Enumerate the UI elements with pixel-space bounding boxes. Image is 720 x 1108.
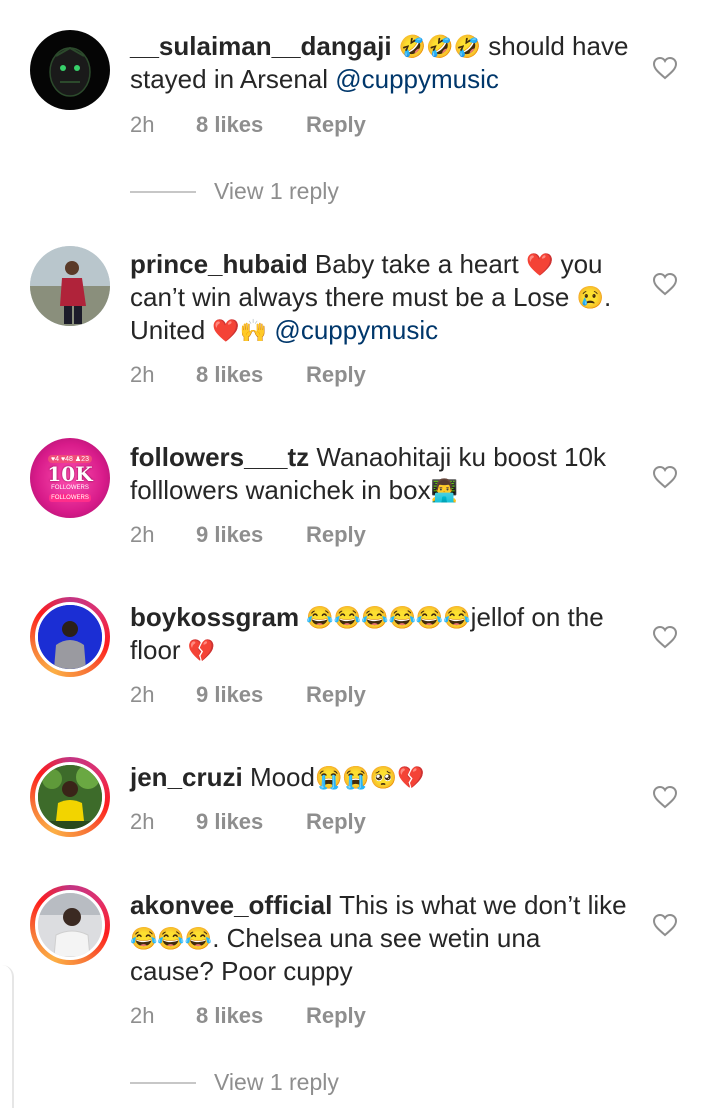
reply-button[interactable]: Reply: [306, 112, 366, 138]
comment-meta: 2h 8 likes Reply: [130, 112, 366, 138]
comment-time: 2h: [130, 362, 155, 387]
comment-meta: 2h 9 likes Reply: [130, 522, 366, 548]
comment-text: boykossgram 😂😂😂😂😂😂jellof on the floor 💔: [130, 601, 630, 667]
edge-divider: [0, 965, 14, 1108]
comment-username[interactable]: boykossgram: [130, 602, 299, 632]
comment-text: __sulaiman__dangaji 🤣🤣🤣 should have stay…: [130, 30, 630, 96]
reply-button[interactable]: Reply: [306, 522, 366, 548]
reply-button[interactable]: Reply: [306, 1003, 366, 1029]
avatar[interactable]: [30, 757, 110, 837]
comment-likes[interactable]: 8 likes: [196, 1003, 306, 1029]
avatar-10k-label: 10K: [47, 461, 93, 486]
view-replies-button[interactable]: View 1 reply: [130, 178, 339, 205]
comment-meta: 2h 9 likes Reply: [130, 682, 366, 708]
emoji: 😂😂😂: [130, 926, 213, 951]
avatar[interactable]: [30, 246, 110, 326]
heart-outline-icon[interactable]: [652, 913, 678, 937]
view-replies-button[interactable]: View 1 reply: [130, 1069, 339, 1096]
mention-link[interactable]: @cuppymusic: [274, 315, 438, 345]
mention-link[interactable]: @cuppymusic: [335, 64, 499, 94]
comment-username[interactable]: followers___tz: [130, 442, 309, 472]
emoji: 👨‍💻: [430, 478, 458, 503]
divider: [130, 190, 196, 193]
comment-text-part: Baby take a heart: [307, 249, 526, 279]
comment-text: followers___tz Wanaohitaji ku boost 10k …: [130, 441, 630, 507]
emoji: ❤️🙌: [212, 318, 268, 343]
comment-text-part: This is what we don’t like: [332, 890, 627, 920]
comment-text-part: [392, 31, 399, 61]
comment-text: jen_cruzi Mood😭😭🥺💔: [130, 761, 630, 794]
reply-button[interactable]: Reply: [306, 682, 366, 708]
comment-text: prince_hubaid Baby take a heart ❤️ you c…: [130, 248, 630, 347]
comment-time: 2h: [130, 522, 155, 547]
heart-outline-icon[interactable]: [652, 56, 678, 80]
comment-likes[interactable]: 9 likes: [196, 522, 306, 548]
emoji: 😂😂😂😂😂😂: [306, 605, 471, 630]
comment-time: 2h: [130, 682, 155, 707]
view-replies-label: View 1 reply: [214, 1069, 339, 1095]
comment-time: 2h: [130, 112, 155, 137]
comment-likes[interactable]: 9 likes: [196, 682, 306, 708]
comment-username[interactable]: __sulaiman__dangaji: [130, 31, 392, 61]
heart-outline-icon[interactable]: [652, 465, 678, 489]
avatar-sub-label: FOLLOWERS: [51, 484, 89, 491]
avatar[interactable]: ♥4 ♥48 ♟23 10K FOLLOWERS FOLLOWERS: [30, 438, 110, 518]
comment-meta: 2h 9 likes Reply: [130, 809, 366, 835]
heart-outline-icon[interactable]: [652, 785, 678, 809]
comment-likes[interactable]: 8 likes: [196, 362, 306, 388]
avatar-sub-label-2: FOLLOWERS: [49, 493, 91, 502]
comment-username[interactable]: jen_cruzi: [130, 762, 243, 792]
comment-meta: 2h 8 likes Reply: [130, 1003, 366, 1029]
emoji: 🤣🤣🤣: [398, 34, 481, 59]
comment-time: 2h: [130, 1003, 155, 1028]
comment-text-part: Mood: [242, 762, 315, 792]
comment-time: 2h: [130, 809, 155, 834]
avatar[interactable]: [30, 30, 110, 110]
comment-username[interactable]: prince_hubaid: [130, 249, 308, 279]
reply-button[interactable]: Reply: [306, 362, 366, 388]
reply-button[interactable]: Reply: [306, 809, 366, 835]
heart-outline-icon[interactable]: [652, 625, 678, 649]
comment-text: akonvee_official This is what we don’t l…: [130, 889, 630, 988]
emoji: 😭😭🥺💔: [314, 765, 425, 790]
comment-likes[interactable]: 9 likes: [196, 809, 306, 835]
emoji: 💔: [187, 638, 216, 663]
avatar[interactable]: [30, 597, 110, 677]
comment-meta: 2h 8 likes Reply: [130, 362, 366, 388]
view-replies-label: View 1 reply: [214, 178, 339, 204]
comment-username[interactable]: akonvee_official: [130, 890, 332, 920]
heart-outline-icon[interactable]: [652, 272, 678, 296]
avatar[interactable]: [30, 885, 110, 965]
emoji: 😢: [576, 285, 604, 310]
divider: [130, 1081, 196, 1084]
emoji: ❤️: [525, 252, 554, 277]
comment-likes[interactable]: 8 likes: [196, 112, 306, 138]
